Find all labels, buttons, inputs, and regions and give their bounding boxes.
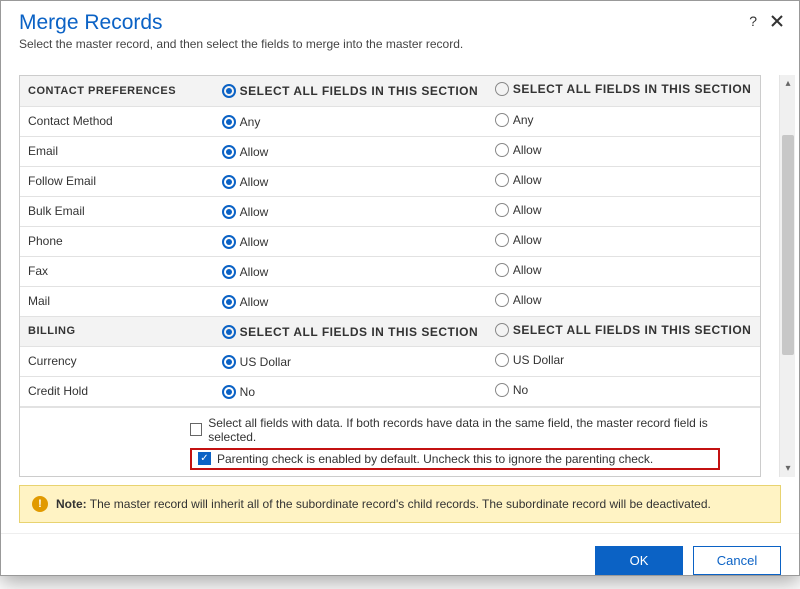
field-value-master[interactable]: Allow [222, 235, 269, 249]
field-value-subordinate[interactable]: No [495, 383, 528, 397]
parenting-check-checkbox[interactable]: ✓ [198, 452, 211, 465]
table-row: Follow Email Allow Allow [20, 166, 760, 196]
field-value-subordinate[interactable]: US Dollar [495, 353, 564, 367]
table-row: Email Allow Allow [20, 136, 760, 166]
field-label: Currency [20, 346, 214, 376]
note-prefix: Note: [56, 497, 87, 511]
parenting-check-highlight: ✓ Parenting check is enabled by default.… [190, 448, 720, 470]
field-value-subordinate[interactable]: Any [495, 113, 534, 127]
fields-table: CONTACT PREFERENCES Select all fields in… [20, 76, 760, 407]
scroll-up-icon[interactable]: ▴ [780, 75, 796, 91]
dialog-title: Merge Records [19, 11, 781, 35]
field-label: Phone [20, 226, 214, 256]
radio-label: Select all fields in this section [513, 323, 752, 337]
table-row: Phone Allow Allow [20, 226, 760, 256]
cancel-button[interactable]: Cancel [693, 546, 781, 575]
section-title: BILLING [20, 316, 214, 346]
warning-icon: ! [32, 496, 48, 512]
field-value-master[interactable]: Allow [222, 145, 269, 159]
ok-button[interactable]: OK [595, 546, 683, 575]
field-label: Email [20, 136, 214, 166]
field-label: Fax [20, 256, 214, 286]
fields-panel: CONTACT PREFERENCES Select all fields in… [19, 75, 761, 477]
vertical-scrollbar[interactable]: ▴ ▾ [779, 75, 795, 477]
section-header-billing: BILLING Select all fields in this sectio… [20, 316, 760, 346]
parenting-check-label: Parenting check is enabled by default. U… [217, 452, 653, 466]
field-label: Contact Method [20, 106, 214, 136]
field-value-master[interactable]: Allow [222, 175, 269, 189]
section-title: CONTACT PREFERENCES [20, 76, 214, 106]
dialog-footer: OK Cancel [1, 533, 799, 589]
dialog-header-controls: ? [749, 13, 783, 29]
field-value-subordinate[interactable]: Allow [495, 143, 542, 157]
dialog-header: Merge Records Select the master record, … [1, 1, 799, 57]
field-label: Mail [20, 286, 214, 316]
field-value-subordinate[interactable]: Allow [495, 263, 542, 277]
field-value-master[interactable]: US Dollar [222, 355, 291, 369]
table-row: Credit Hold No No [20, 376, 760, 406]
table-row: Mail Allow Allow [20, 286, 760, 316]
select-all-with-data-checkbox[interactable] [190, 423, 202, 436]
select-all-with-data-row: Select all fields with data. If both rec… [190, 414, 720, 446]
global-options: Select all fields with data. If both rec… [20, 407, 760, 476]
dialog-subtitle: Select the master record, and then selec… [19, 37, 781, 51]
section-select-all-subordinate[interactable]: Select all fields in this section [495, 323, 752, 337]
help-icon[interactable]: ? [749, 13, 757, 29]
close-icon[interactable] [771, 15, 783, 27]
field-value-master[interactable]: No [222, 385, 255, 399]
radio-label: Select all fields in this section [513, 82, 752, 96]
field-value-master[interactable]: Allow [222, 205, 269, 219]
section-select-all-master[interactable]: Select all fields in this section [222, 84, 479, 98]
table-row: Bulk Email Allow Allow [20, 196, 760, 226]
field-label: Bulk Email [20, 196, 214, 226]
field-label: Follow Email [20, 166, 214, 196]
radio-label: Select all fields in this section [240, 325, 479, 339]
field-value-subordinate[interactable]: Allow [495, 203, 542, 217]
field-value-subordinate[interactable]: Allow [495, 173, 542, 187]
table-row: Contact Method Any Any [20, 106, 760, 136]
note-text: Note: The master record will inherit all… [56, 497, 711, 511]
field-value-subordinate[interactable]: Allow [495, 233, 542, 247]
note-body: The master record will inherit all of th… [90, 497, 711, 511]
table-row: Currency US Dollar US Dollar [20, 346, 760, 376]
section-header-contact-preferences: CONTACT PREFERENCES Select all fields in… [20, 76, 760, 106]
section-select-all-subordinate[interactable]: Select all fields in this section [495, 82, 752, 96]
field-value-master[interactable]: Any [222, 115, 261, 129]
field-label: Credit Hold [20, 376, 214, 406]
section-select-all-master[interactable]: Select all fields in this section [222, 325, 479, 339]
merge-records-dialog: Merge Records Select the master record, … [0, 0, 800, 576]
field-value-master[interactable]: Allow [222, 265, 269, 279]
field-value-subordinate[interactable]: Allow [495, 293, 542, 307]
select-all-with-data-label: Select all fields with data. If both rec… [208, 416, 720, 444]
field-value-master[interactable]: Allow [222, 295, 269, 309]
table-row: Fax Allow Allow [20, 256, 760, 286]
scroll-down-icon[interactable]: ▾ [780, 461, 796, 477]
radio-label: Select all fields in this section [240, 84, 479, 98]
scroll-thumb[interactable] [782, 135, 794, 355]
note-bar: ! Note: The master record will inherit a… [19, 485, 781, 523]
